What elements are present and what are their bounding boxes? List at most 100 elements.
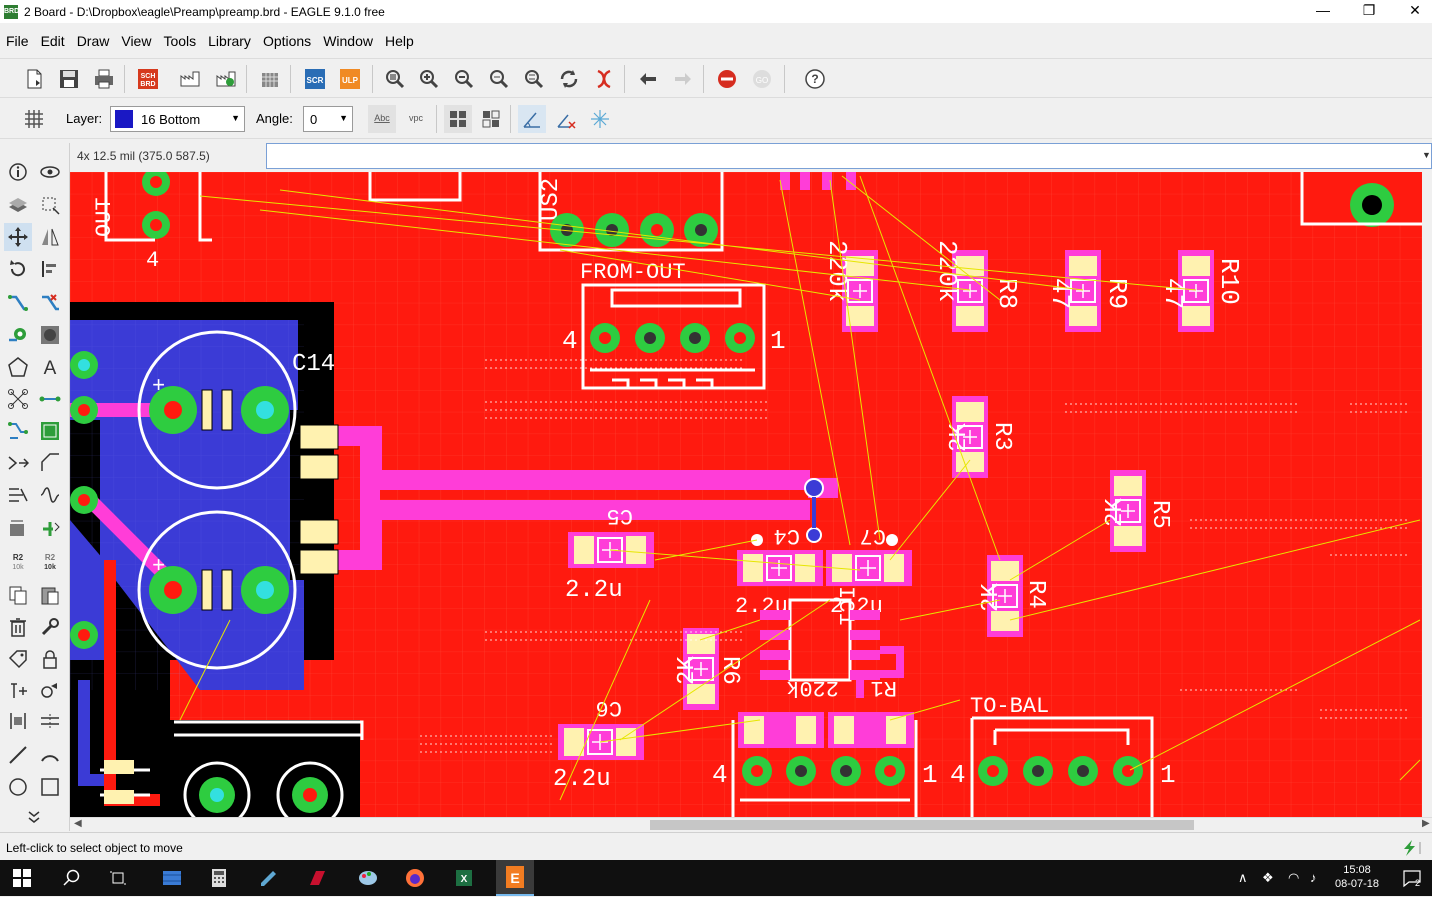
menu-help[interactable]: Help [379, 33, 420, 49]
firefox-icon[interactable] [401, 864, 429, 892]
ratsnest-icon[interactable] [36, 417, 64, 445]
script-icon[interactable]: SCR [301, 65, 329, 93]
rectangle-icon[interactable] [36, 773, 64, 801]
attribute-icon[interactable] [4, 645, 32, 673]
help-icon[interactable]: ? [801, 65, 829, 93]
dropbox-icon[interactable]: ❖ [1262, 870, 1274, 886]
snap-off-icon[interactable] [552, 105, 580, 133]
menu-options[interactable]: Options [257, 33, 317, 49]
ulp-icon[interactable]: ULP [336, 65, 364, 93]
volume-icon[interactable]: ♪ [1310, 870, 1317, 885]
split-icon[interactable] [4, 449, 32, 477]
windows-start-icon[interactable] [8, 864, 36, 892]
zoom-redraw-icon[interactable] [485, 65, 513, 93]
zoom-fit-icon[interactable] [381, 65, 409, 93]
menu-window[interactable]: Window [317, 33, 379, 49]
signal-icon[interactable] [4, 385, 32, 413]
miter-icon[interactable] [36, 449, 64, 477]
resistor-r1[interactable] [738, 712, 824, 748]
horizontal-scroll-thumb[interactable] [650, 820, 1194, 830]
search-icon[interactable] [58, 864, 86, 892]
capacitor-c4[interactable] [737, 550, 823, 586]
calculator-icon[interactable] [205, 864, 233, 892]
line-split-icon[interactable] [36, 707, 64, 735]
wire-icon[interactable] [4, 741, 32, 769]
sch-brd-switch-icon[interactable]: SCH BRD [134, 65, 162, 93]
info-icon[interactable] [4, 158, 32, 186]
angle-dropdown[interactable]: 0 ▼ [303, 106, 353, 132]
route-icon[interactable] [4, 289, 32, 317]
close-button[interactable]: ✕ [1392, 0, 1432, 23]
notifications-icon[interactable]: 2 [1398, 864, 1426, 892]
change-icon[interactable] [36, 613, 64, 641]
group-icon[interactable] [4, 707, 32, 735]
display-layers-icon[interactable] [4, 191, 32, 219]
pad-shape-icon[interactable] [444, 105, 472, 133]
chevron-up-icon[interactable]: ∧ [1238, 870, 1248, 886]
circle-icon[interactable] [4, 773, 32, 801]
mark-icon[interactable] [36, 191, 64, 219]
zoom-select-icon[interactable] [520, 65, 548, 93]
go-icon[interactable]: GO [748, 65, 776, 93]
maximize-button[interactable]: ❐ [1346, 0, 1392, 23]
optimize-icon[interactable] [36, 677, 64, 705]
excel-icon[interactable]: X [450, 864, 478, 892]
redraw-icon[interactable] [555, 65, 583, 93]
menu-file[interactable]: File [0, 33, 35, 49]
vertical-scrollbar[interactable] [1422, 172, 1432, 817]
smash-icon[interactable] [4, 677, 32, 705]
snap-magnetic-icon[interactable] [586, 105, 614, 133]
menu-edit[interactable]: Edit [35, 33, 71, 49]
add-part-icon[interactable] [4, 515, 32, 543]
command-line-input[interactable] [266, 143, 1432, 169]
stop-icon[interactable] [713, 65, 741, 93]
save-icon[interactable] [55, 65, 83, 93]
zoom-out-icon[interactable] [450, 65, 478, 93]
scroll-right-icon[interactable]: ▶ [1422, 818, 1430, 829]
horizontal-scrollbar[interactable]: ◀ ▶ [70, 817, 1432, 831]
library-manager-icon[interactable] [256, 65, 284, 93]
chevron-down-icon[interactable]: ▼ [1422, 150, 1431, 160]
text-upright-icon[interactable]: Abc [368, 105, 396, 133]
eagle-taskbar-button[interactable]: E [496, 860, 534, 896]
minimize-button[interactable]: — [1300, 0, 1346, 23]
via[interactable] [804, 478, 824, 498]
via-icon[interactable] [4, 321, 32, 349]
mirror-icon[interactable] [36, 223, 64, 251]
slice-icon[interactable] [36, 481, 64, 509]
copy-icon[interactable] [4, 581, 32, 609]
ripup-icon[interactable] [590, 65, 618, 93]
layer-dropdown[interactable]: 16 Bottom ▼ [110, 106, 245, 132]
polygon-icon[interactable] [4, 353, 32, 381]
move-icon[interactable] [4, 223, 32, 251]
new-file-icon[interactable] [20, 65, 48, 93]
value-icon[interactable]: R2 10k [36, 549, 64, 577]
film-app-icon[interactable] [158, 864, 186, 892]
undo-icon[interactable] [634, 65, 662, 93]
paste-icon[interactable] [36, 581, 64, 609]
meander-icon[interactable] [4, 481, 32, 509]
arc-icon[interactable] [36, 741, 64, 769]
align-icon[interactable] [36, 255, 64, 283]
text-icon[interactable]: A [36, 353, 64, 381]
pad-shape-alt-icon[interactable] [477, 105, 505, 133]
menu-library[interactable]: Library [202, 33, 257, 49]
pad-icon[interactable] [36, 321, 64, 349]
print-icon[interactable] [90, 65, 118, 93]
system-clock[interactable]: 15:08 08-07-18 [1328, 863, 1386, 891]
lightning-icon[interactable] [1392, 839, 1428, 857]
wifi-icon[interactable]: ◠ [1288, 870, 1299, 886]
pcb-layout[interactable]: + + OUT 4 US2 FROM-OUT 4 1 220k 220k R8 … [70, 172, 1422, 817]
show-icon[interactable] [36, 158, 64, 186]
grid-icon[interactable] [20, 105, 48, 133]
text-mirror-icon[interactable]: vpc [402, 105, 430, 133]
resistor-r2[interactable] [828, 712, 914, 748]
menu-tools[interactable]: Tools [157, 33, 202, 49]
delete-icon[interactable] [4, 613, 32, 641]
menu-draw[interactable]: Draw [71, 33, 116, 49]
redo-icon[interactable] [669, 65, 697, 93]
task-view-icon[interactable] [104, 864, 132, 892]
snap-angle-icon[interactable] [518, 105, 546, 133]
menu-view[interactable]: View [115, 33, 157, 49]
expand-toolbar-icon[interactable] [20, 803, 48, 831]
